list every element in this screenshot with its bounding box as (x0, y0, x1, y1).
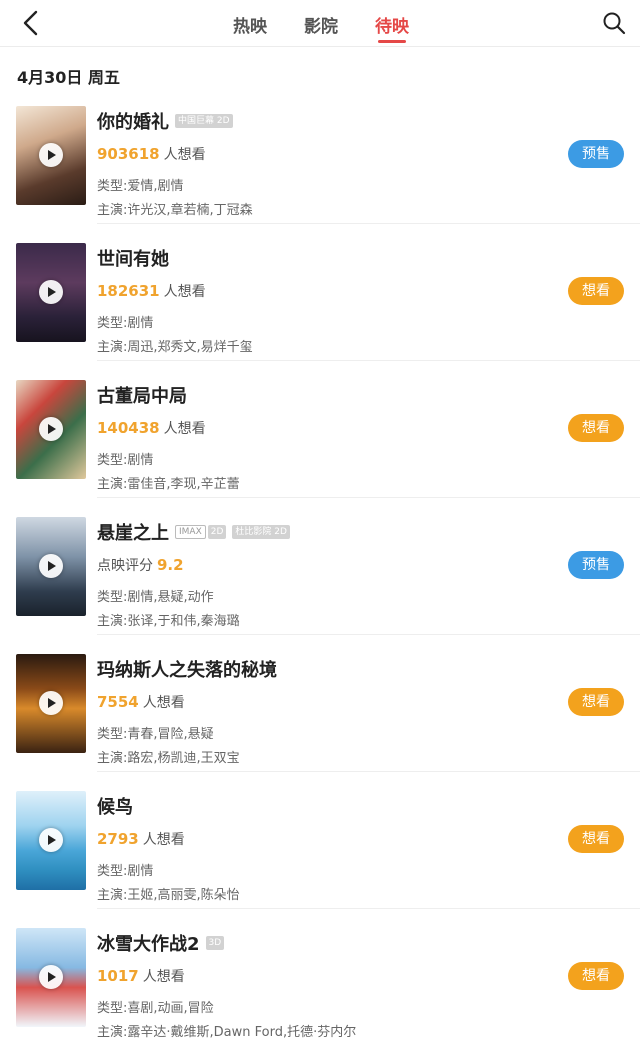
presale-button[interactable]: 预售 (568, 140, 624, 168)
want-to-see-count: 182631 人想看 (97, 281, 206, 301)
play-icon[interactable] (39, 828, 63, 852)
divider (97, 771, 640, 772)
movie-poster[interactable] (16, 928, 86, 1027)
movie-cast: 主演:路宏,杨凯迪,王双宝 (97, 751, 240, 766)
date-header: 4月30日 周五 (17, 68, 120, 87)
play-icon[interactable] (39, 143, 63, 167)
want-count-suffix: 人想看 (142, 969, 185, 985)
want-to-see-count: 1017 人想看 (97, 966, 185, 986)
movie-title-row: 悬崖之上 IMAX 2D 杜比影院 2D (97, 519, 290, 545)
movie-item[interactable]: 你的婚礼 中国巨幕 2D 903618 人想看 类型:爱情,剧情 主演:许光汉,章… (0, 104, 640, 241)
movie-title: 你的婚礼 (97, 112, 169, 133)
movie-genre: 类型:剧情 (97, 316, 154, 331)
play-icon[interactable] (39, 691, 63, 715)
movie-poster[interactable] (16, 517, 86, 616)
movie-cast: 主演:周迅,郑秀文,易烊千玺 (97, 340, 253, 355)
divider (97, 908, 640, 909)
movie-genre: 类型:剧情,悬疑,动作 (97, 590, 214, 605)
want-count-value: 7554 (97, 693, 139, 711)
movie-poster[interactable] (16, 654, 86, 753)
movie-title: 候鸟 (97, 797, 133, 818)
want-count-value: 140438 (97, 419, 160, 437)
movie-cast: 主演:王姬,高丽雯,陈朵怡 (97, 888, 240, 903)
divider (97, 497, 640, 498)
movie-item[interactable]: 世间有她 182631 人想看 类型:剧情 主演:周迅,郑秀文,易烊千玺 想看 (0, 241, 640, 378)
play-icon[interactable] (39, 280, 63, 304)
movie-item[interactable]: 悬崖之上 IMAX 2D 杜比影院 2D 点映评分 9.2 类型:剧情,悬疑,动作… (0, 515, 640, 652)
format-tag: 中国巨幕 2D (175, 114, 233, 128)
tab-bar: 热映 影院 待映 (0, 0, 640, 46)
play-icon[interactable] (39, 554, 63, 578)
movie-title-row: 玛纳斯人之失落的秘境 (97, 656, 277, 682)
want-count-suffix: 人想看 (163, 147, 206, 163)
active-tab-indicator (378, 40, 406, 43)
format-tag: 3D (205, 936, 225, 950)
movie-poster[interactable] (16, 791, 86, 890)
want-count-value: 903618 (97, 145, 160, 163)
movie-poster[interactable] (16, 243, 86, 342)
movie-genre: 类型:青春,冒险,悬疑 (97, 727, 214, 742)
dolby-tag: 杜比影院 2D (232, 525, 290, 539)
want-count-suffix: 人想看 (142, 695, 185, 711)
search-icon[interactable] (602, 11, 626, 35)
want-to-see-button[interactable]: 想看 (568, 688, 624, 716)
movie-cast: 主演:露辛达·戴维斯,Dawn Ford,托德·芬内尔 (97, 1025, 357, 1040)
divider (97, 223, 640, 224)
want-count-value: 2793 (97, 830, 139, 848)
preview-rating: 点映评分 9.2 (97, 555, 184, 575)
movie-title: 古董局中局 (97, 386, 187, 407)
movie-genre: 类型:爱情,剧情 (97, 179, 184, 194)
want-to-see-count: 2793 人想看 (97, 829, 185, 849)
movie-title: 玛纳斯人之失落的秘境 (97, 660, 277, 681)
want-to-see-count: 903618 人想看 (97, 144, 206, 164)
divider (97, 634, 640, 635)
play-icon[interactable] (39, 965, 63, 989)
tab-now-showing[interactable]: 热映 (233, 12, 267, 37)
movie-poster[interactable] (16, 380, 86, 479)
want-count-value: 182631 (97, 282, 160, 300)
movie-cast: 主演:许光汉,章若楠,丁冠森 (97, 203, 253, 218)
want-to-see-count: 7554 人想看 (97, 692, 185, 712)
want-to-see-button[interactable]: 想看 (568, 414, 624, 442)
movie-title: 冰雪大作战2 (97, 934, 200, 955)
movie-cast: 主演:雷佳音,李现,辛芷蕾 (97, 477, 240, 492)
presale-button[interactable]: 预售 (568, 551, 624, 579)
want-to-see-button[interactable]: 想看 (568, 825, 624, 853)
rating-value: 9.2 (157, 556, 184, 574)
movie-title-row: 你的婚礼 中国巨幕 2D (97, 108, 233, 134)
imax-tag: IMAX (175, 525, 206, 539)
movie-title-row: 冰雪大作战2 3D (97, 930, 225, 956)
movie-title: 悬崖之上 (97, 523, 169, 544)
want-to-see-button[interactable]: 想看 (568, 277, 624, 305)
movie-genre: 类型:剧情 (97, 453, 154, 468)
want-count-suffix: 人想看 (163, 284, 206, 300)
movie-poster[interactable] (16, 106, 86, 205)
movie-cast: 主演:张译,于和伟,秦海璐 (97, 614, 240, 629)
movie-item[interactable]: 玛纳斯人之失落的秘境 7554 人想看 类型:青春,冒险,悬疑 主演:路宏,杨凯迪… (0, 652, 640, 789)
format-tag: 2D (207, 525, 227, 539)
want-to-see-count: 140438 人想看 (97, 418, 206, 438)
movie-genre: 类型:剧情 (97, 864, 154, 879)
movie-title-row: 候鸟 (97, 793, 133, 819)
want-count-suffix: 人想看 (163, 421, 206, 437)
movie-item[interactable]: 古董局中局 140438 人想看 类型:剧情 主演:雷佳音,李现,辛芷蕾 想看 (0, 378, 640, 515)
tab-cinemas[interactable]: 影院 (304, 12, 338, 37)
play-icon[interactable] (39, 417, 63, 441)
want-count-suffix: 人想看 (142, 832, 185, 848)
movie-title-row: 古董局中局 (97, 382, 187, 408)
movie-genre: 类型:喜剧,动画,冒险 (97, 1001, 214, 1016)
divider (97, 360, 640, 361)
want-to-see-button[interactable]: 想看 (568, 962, 624, 990)
top-nav-bar: 热映 影院 待映 (0, 0, 640, 47)
tab-coming-soon[interactable]: 待映 (375, 12, 409, 37)
movie-title: 世间有她 (97, 249, 169, 270)
movie-title-row: 世间有她 (97, 245, 169, 271)
want-count-value: 1017 (97, 967, 139, 985)
movie-item[interactable]: 候鸟 2793 人想看 类型:剧情 主演:王姬,高丽雯,陈朵怡 想看 (0, 789, 640, 926)
rating-prefix: 点映评分 (97, 558, 153, 574)
movie-item[interactable]: 冰雪大作战2 3D 1017 人想看 类型:喜剧,动画,冒险 主演:露辛达·戴维斯… (0, 926, 640, 1063)
